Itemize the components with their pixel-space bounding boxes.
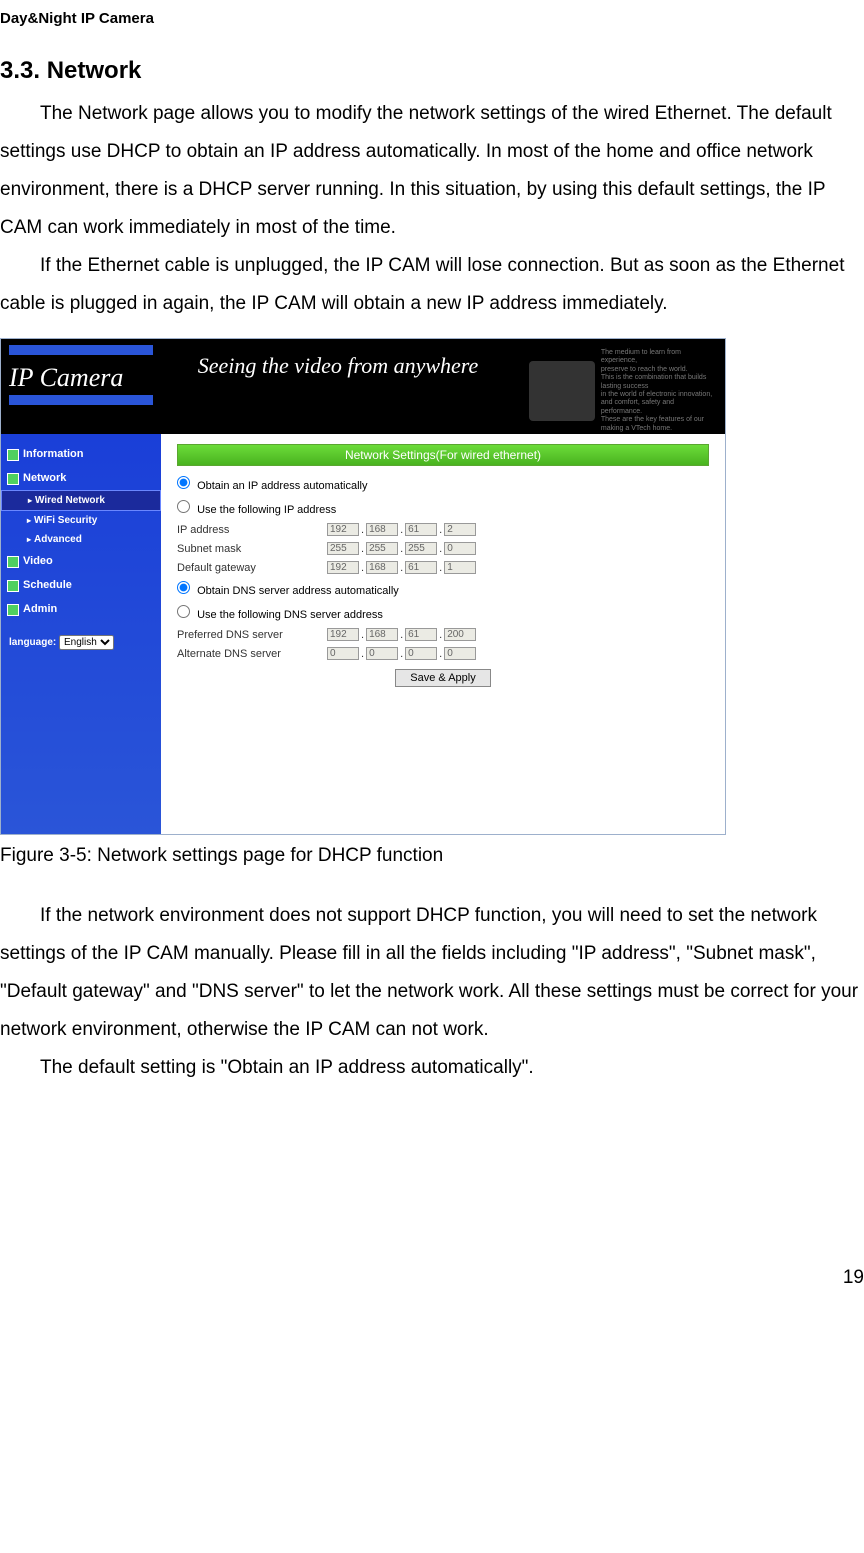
alt-dns-octet-2[interactable] bbox=[366, 647, 398, 660]
gateway-inputs: . . . bbox=[327, 561, 476, 574]
logo-area: IP Camera bbox=[1, 339, 161, 411]
blue-bar-top bbox=[9, 345, 153, 355]
row-static-dns: Use the following DNS server address bbox=[177, 601, 709, 625]
screenshot: IP Camera Seeing the video from anywhere… bbox=[0, 338, 726, 835]
pref-dns-octet-4[interactable] bbox=[444, 628, 476, 641]
paragraph-4: The default setting is "Obtain an IP add… bbox=[0, 1049, 864, 1087]
section-heading: 3.3. Network bbox=[0, 57, 864, 85]
label-alt-dns: Alternate DNS server bbox=[177, 648, 327, 660]
alt-dns-octet-4[interactable] bbox=[444, 647, 476, 660]
gateway-octet-2[interactable] bbox=[366, 561, 398, 574]
paragraph-3: If the network environment does not supp… bbox=[0, 897, 864, 1049]
ip-octet-4[interactable] bbox=[444, 523, 476, 536]
ip-octet-3[interactable] bbox=[405, 523, 437, 536]
label-auto-ip: Obtain an IP address automatically bbox=[197, 480, 367, 492]
banner-grey-text: The medium to learn from experience,pres… bbox=[601, 349, 717, 433]
radio-static-ip[interactable] bbox=[177, 500, 190, 513]
label-static-dns: Use the following DNS server address bbox=[197, 609, 383, 621]
label-pref-dns: Preferred DNS server bbox=[177, 629, 327, 641]
nav-wired-network[interactable]: Wired Network bbox=[1, 490, 161, 511]
label-auto-dns: Obtain DNS server address automatically bbox=[197, 585, 399, 597]
alt-dns-octet-1[interactable] bbox=[327, 647, 359, 660]
screenshot-header: IP Camera Seeing the video from anywhere… bbox=[1, 339, 725, 434]
subnet-octet-3[interactable] bbox=[405, 542, 437, 555]
row-gateway: Default gateway . . . bbox=[177, 558, 709, 577]
figure-caption: Figure 3-5: Network settings page for DH… bbox=[0, 845, 864, 867]
nav-information[interactable]: Information bbox=[1, 442, 161, 466]
row-auto-dns: Obtain DNS server address automatically bbox=[177, 577, 709, 601]
row-auto-ip: Obtain an IP address automatically bbox=[177, 472, 709, 496]
paragraph-2: If the Ethernet cable is unplugged, the … bbox=[0, 247, 864, 323]
label-subnet: Subnet mask bbox=[177, 543, 327, 555]
ip-octet-2[interactable] bbox=[366, 523, 398, 536]
nav-video[interactable]: Video bbox=[1, 549, 161, 573]
alt-dns-octet-3[interactable] bbox=[405, 647, 437, 660]
gateway-octet-4[interactable] bbox=[444, 561, 476, 574]
radio-static-dns[interactable] bbox=[177, 605, 190, 618]
panel-title: Network Settings(For wired ethernet) bbox=[177, 444, 709, 466]
row-ip-address: IP address . . . bbox=[177, 520, 709, 539]
banner-center: Seeing the video from anywhere bbox=[161, 339, 515, 379]
pref-dns-octet-3[interactable] bbox=[405, 628, 437, 641]
language-select[interactable]: English bbox=[59, 635, 114, 650]
label-ip: IP address bbox=[177, 524, 327, 536]
row-static-ip: Use the following IP address bbox=[177, 496, 709, 520]
save-apply-button[interactable]: Save & Apply bbox=[395, 669, 490, 687]
row-pref-dns: Preferred DNS server . . . bbox=[177, 625, 709, 644]
banner-tagline: Seeing the video from anywhere bbox=[161, 347, 515, 379]
content-panel: Network Settings(For wired ethernet) Obt… bbox=[161, 434, 725, 834]
gateway-octet-3[interactable] bbox=[405, 561, 437, 574]
banner-image bbox=[529, 361, 595, 421]
nav-language: language: English bbox=[1, 627, 161, 658]
blue-bar-bottom bbox=[9, 395, 153, 405]
nav-admin[interactable]: Admin bbox=[1, 597, 161, 621]
banner-right: The medium to learn from experience,pres… bbox=[515, 339, 725, 443]
logo-text: IP Camera bbox=[9, 363, 153, 393]
gateway-octet-1[interactable] bbox=[327, 561, 359, 574]
subnet-octet-1[interactable] bbox=[327, 542, 359, 555]
radio-auto-ip[interactable] bbox=[177, 476, 190, 489]
alt-dns-inputs: . . . bbox=[327, 647, 476, 660]
ip-inputs: . . . bbox=[327, 523, 476, 536]
row-alt-dns: Alternate DNS server . . . bbox=[177, 644, 709, 663]
subnet-octet-4[interactable] bbox=[444, 542, 476, 555]
language-label: language: bbox=[9, 637, 56, 648]
pref-dns-inputs: . . . bbox=[327, 628, 476, 641]
screenshot-body: Information Network Wired Network WiFi S… bbox=[1, 434, 725, 834]
sidebar-nav: Information Network Wired Network WiFi S… bbox=[1, 434, 161, 834]
save-button-wrap: Save & Apply bbox=[177, 669, 709, 687]
pref-dns-octet-1[interactable] bbox=[327, 628, 359, 641]
nav-advanced[interactable]: Advanced bbox=[1, 530, 161, 549]
radio-auto-dns[interactable] bbox=[177, 581, 190, 594]
nav-schedule[interactable]: Schedule bbox=[1, 573, 161, 597]
subnet-octet-2[interactable] bbox=[366, 542, 398, 555]
doc-header: Day&Night IP Camera bbox=[0, 10, 864, 27]
ip-octet-1[interactable] bbox=[327, 523, 359, 536]
nav-network[interactable]: Network bbox=[1, 466, 161, 490]
paragraph-1: The Network page allows you to modify th… bbox=[0, 95, 864, 247]
label-static-ip: Use the following IP address bbox=[197, 504, 336, 516]
pref-dns-octet-2[interactable] bbox=[366, 628, 398, 641]
subnet-inputs: . . . bbox=[327, 542, 476, 555]
page-number: 19 bbox=[0, 1267, 864, 1289]
label-gateway: Default gateway bbox=[177, 562, 327, 574]
row-subnet: Subnet mask . . . bbox=[177, 539, 709, 558]
nav-wifi-security[interactable]: WiFi Security bbox=[1, 511, 161, 530]
